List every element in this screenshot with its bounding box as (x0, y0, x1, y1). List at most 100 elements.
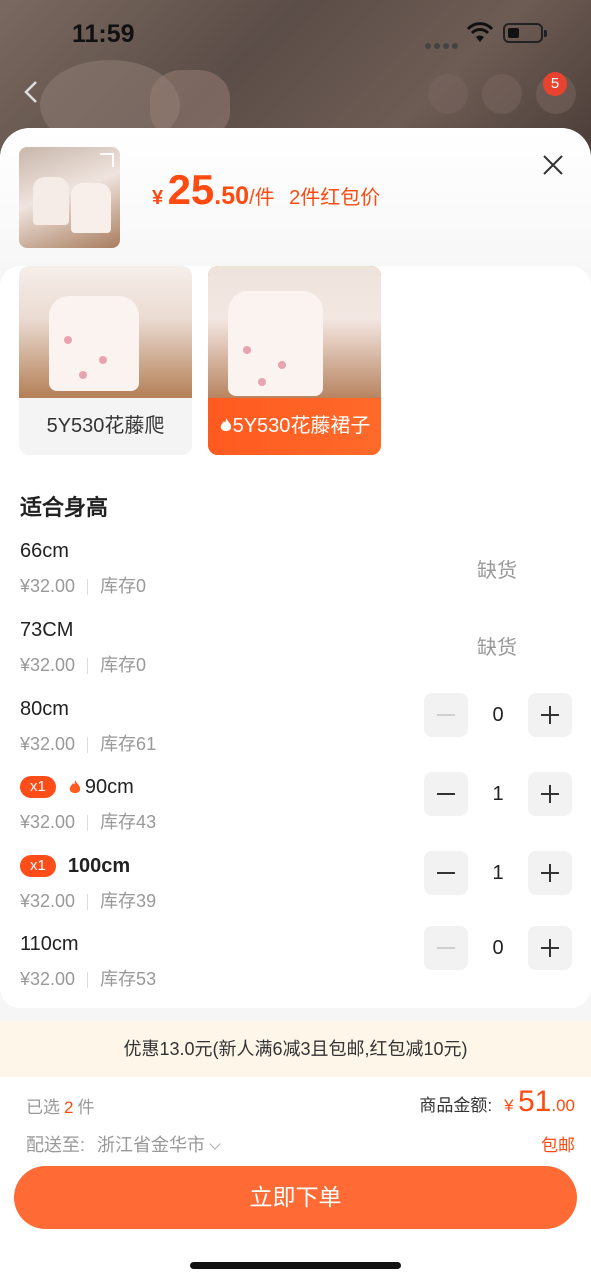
variant-label: 5Y530花藤裙子 (208, 398, 381, 455)
decrease-button[interactable] (424, 926, 468, 970)
decrease-button[interactable] (424, 851, 468, 895)
price-unit: /件 (249, 187, 275, 209)
chevron-down-icon (209, 1138, 221, 1150)
promo-price-label: 2件红包价 (289, 187, 381, 209)
selected-count: 2 (64, 1098, 74, 1117)
price-display: ¥ 25.50/件 2件红包价 (152, 166, 380, 214)
wifi-icon (466, 22, 494, 42)
total-currency: ¥ (504, 1096, 514, 1115)
sheet-header: ¥ 25.50/件 2件红包价 (0, 128, 591, 268)
size-price: ¥32.00 (20, 576, 76, 596)
variant-list: 5Y530花藤爬 5Y530花藤裙子 (19, 266, 579, 456)
size-row: x1 100cm ¥32.00 库存39 1 (0, 851, 591, 931)
quantity-stepper: 1 (424, 772, 572, 816)
selected-count-tag: x1 (20, 776, 56, 798)
size-stock: 库存0 (100, 655, 147, 675)
price-currency: ¥ (152, 187, 164, 209)
size-meta: ¥32.00 库存53 (20, 965, 156, 991)
decrease-button[interactable] (424, 772, 468, 816)
size-price: ¥32.00 (20, 655, 76, 675)
quantity-value[interactable]: 0 (468, 926, 528, 970)
size-price: ¥32.00 (20, 891, 76, 911)
size-row: 80cm ¥32.00 库存61 0 (0, 693, 591, 774)
variant-label-text: 5Y530花藤裙子 (232, 415, 371, 437)
size-stock: 库存43 (100, 812, 157, 832)
total-decimal: .00 (551, 1096, 575, 1115)
increase-button[interactable] (528, 926, 572, 970)
size-price: ¥32.00 (20, 734, 76, 754)
sku-selector-sheet: ¥ 25.50/件 2件红包价 5Y530花藤爬 5Y530花藤裙子 适合身高 … (0, 128, 591, 1280)
total-amount: 商品金额: ¥ 51.00 (419, 1085, 575, 1119)
discount-banner: 优惠13.0元(新人满6减3且包邮,红包减10元) (0, 1021, 591, 1077)
size-name: x1 90cm (20, 774, 134, 800)
size-section-title: 适合身高 (20, 495, 109, 520)
variant-option-selected[interactable]: 5Y530花藤裙子 (208, 266, 381, 455)
out-of-stock-label: 缺货 (477, 560, 517, 582)
quantity-stepper: 0 (424, 693, 572, 737)
back-arrow-icon[interactable] (18, 78, 46, 106)
fire-icon (220, 418, 231, 431)
quantity-value[interactable]: 1 (468, 851, 528, 895)
ship-address-value: 浙江省金华市 (97, 1135, 206, 1155)
increase-button[interactable] (528, 772, 572, 816)
size-price: ¥32.00 (20, 812, 76, 832)
status-time: 11:59 (72, 20, 135, 48)
size-stock: 库存0 (100, 576, 147, 596)
shipping-address[interactable]: 配送至: 浙江省金华市 (26, 1131, 221, 1157)
size-name-text: 90cm (84, 776, 134, 798)
free-shipping-label: 包邮 (541, 1136, 575, 1155)
size-meta: ¥32.00 库存61 (20, 730, 156, 756)
signal-icon (425, 36, 461, 49)
size-stock: 库存53 (100, 969, 157, 989)
total-label: 商品金额: (419, 1096, 493, 1115)
increase-button[interactable] (528, 693, 572, 737)
variant-image (19, 266, 192, 398)
fire-icon (69, 780, 81, 793)
size-stock: 库存39 (100, 891, 157, 911)
home-indicator (190, 1262, 401, 1269)
size-row: 66cm ¥32.00 库存0 缺货 (0, 538, 591, 616)
size-meta: ¥32.00 库存39 (20, 887, 156, 913)
close-icon[interactable] (541, 153, 565, 177)
place-order-button[interactable]: 立即下单 (14, 1166, 577, 1229)
size-row: x1 90cm ¥32.00 库存43 1 (0, 772, 591, 852)
size-row: 110cm ¥32.00 库存53 0 (0, 926, 591, 1009)
size-stock: 库存61 (100, 734, 157, 754)
size-price: ¥32.00 (20, 969, 76, 989)
variant-image (208, 266, 381, 398)
price-decimal: .50 (214, 182, 250, 210)
selected-summary: 已选 2 件 (26, 1093, 94, 1118)
out-of-stock-label: 缺货 (477, 637, 517, 659)
variant-label: 5Y530花藤爬 (46, 415, 165, 437)
size-row: 73CM ¥32.00 库存0 缺货 (0, 617, 591, 695)
size-name: 80cm (20, 698, 69, 720)
ship-label: 配送至: (26, 1135, 86, 1155)
status-bar: 11:59 (0, 0, 591, 70)
increase-button[interactable] (528, 851, 572, 895)
checkout-footer: 已选 2 件 商品金额: ¥ 51.00 配送至: 浙江省金华市 包邮 立即下单 (0, 1077, 591, 1280)
selected-suffix: 件 (77, 1098, 95, 1117)
quantity-stepper: 0 (424, 926, 572, 970)
cart-count-badge: 5 (543, 72, 567, 96)
size-meta: ¥32.00 库存0 (20, 572, 146, 598)
expand-icon (100, 153, 114, 167)
size-meta: ¥32.00 库存43 (20, 808, 156, 834)
decrease-button[interactable] (424, 693, 468, 737)
battery-icon (503, 23, 547, 43)
variant-option[interactable]: 5Y530花藤爬 (19, 266, 192, 455)
quantity-stepper: 1 (424, 851, 572, 895)
quantity-value[interactable]: 1 (468, 772, 528, 816)
selected-prefix: 已选 (26, 1098, 60, 1117)
size-name: 66cm (20, 540, 69, 562)
share-icon[interactable] (482, 74, 522, 114)
size-name: x1 100cm (20, 853, 130, 879)
quantity-value[interactable]: 0 (468, 693, 528, 737)
size-name-text: 100cm (67, 855, 131, 877)
total-integer: 51 (517, 1085, 552, 1118)
price-integer: 25 (167, 166, 215, 213)
sku-content: 5Y530花藤爬 5Y530花藤裙子 适合身高 66cm ¥32.00 库存0 … (0, 266, 591, 1008)
size-name: 110cm (20, 933, 79, 955)
size-meta: ¥32.00 库存0 (20, 651, 146, 677)
product-thumbnail[interactable] (19, 147, 120, 248)
cart-nav-icon[interactable] (428, 74, 468, 114)
